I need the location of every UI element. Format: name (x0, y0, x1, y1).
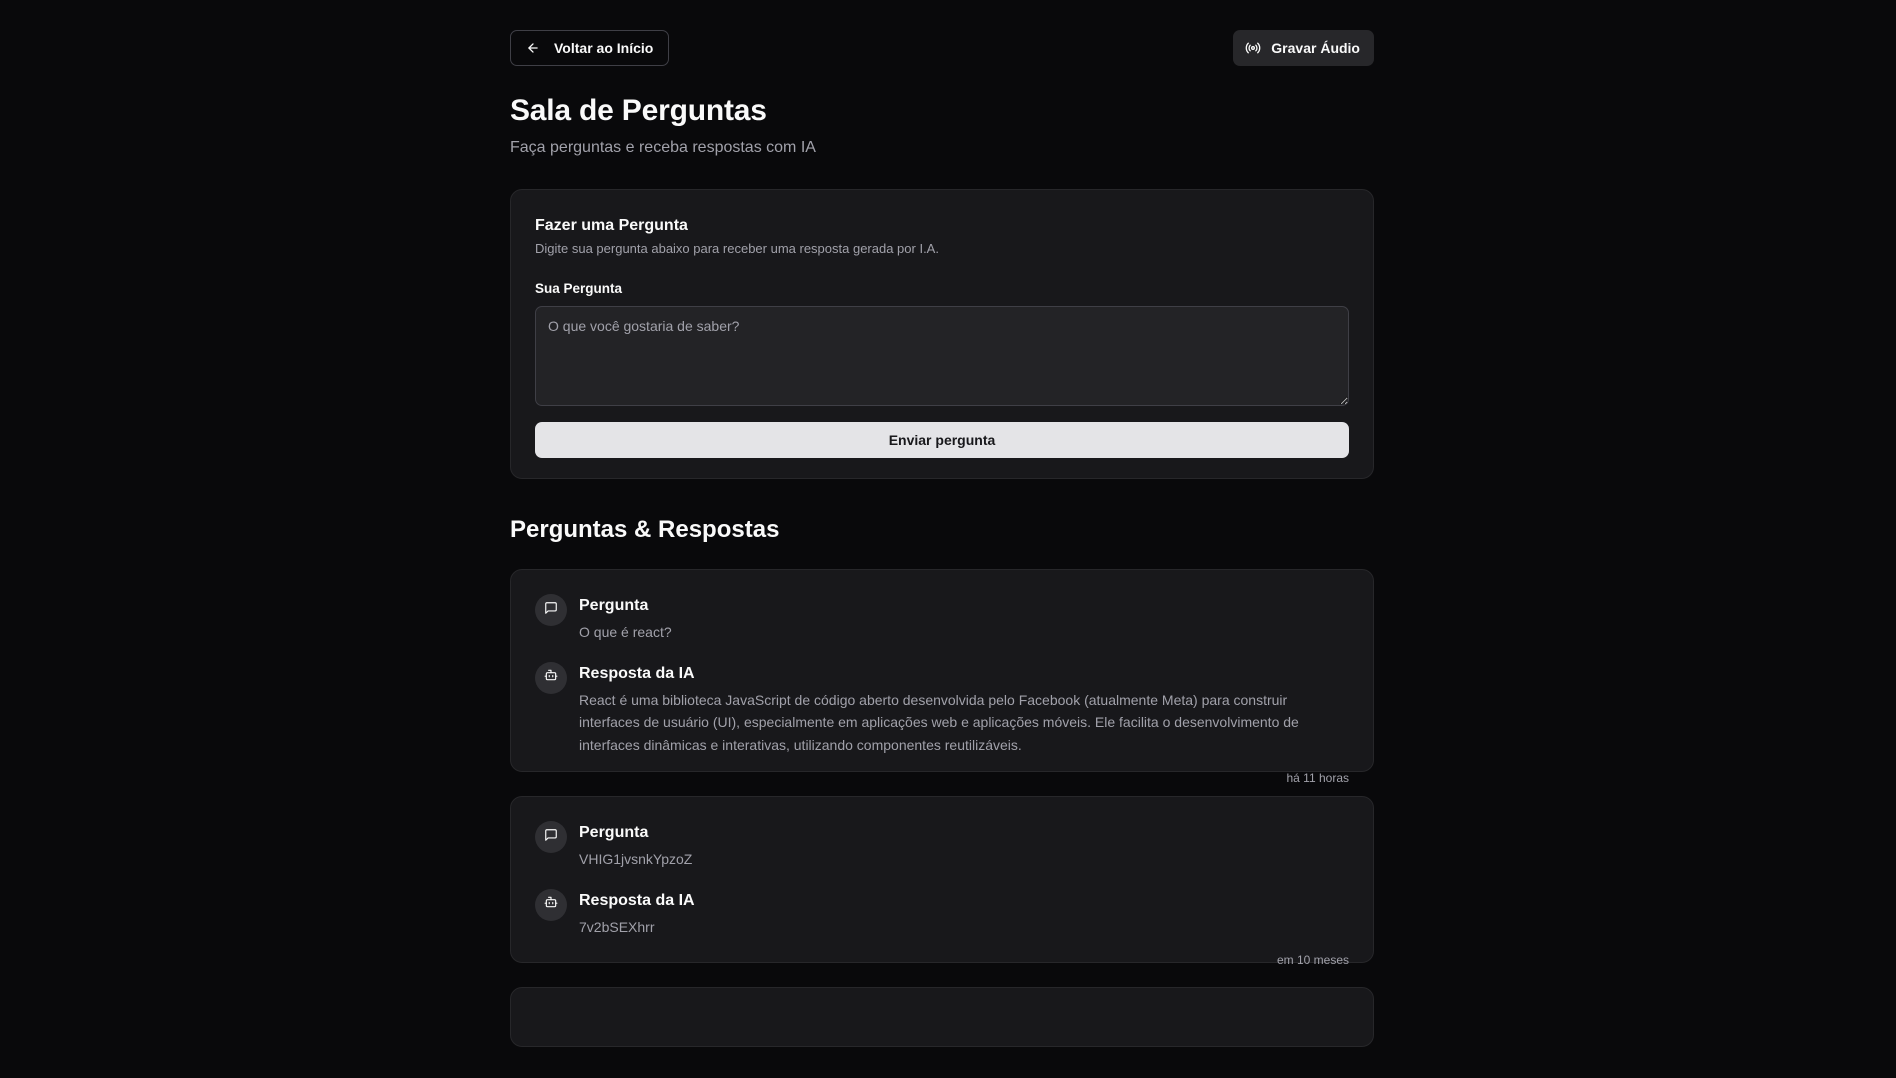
page-container: Voltar ao Início Gravar Áudio Sala de Pe… (510, 30, 1374, 1047)
radio-waves-icon (1245, 40, 1261, 56)
question-text: O que é react? (579, 624, 672, 640)
question-label: Pergunta (579, 824, 649, 841)
answer-avatar (535, 661, 567, 694)
submit-question-button[interactable]: Enviar pergunta (535, 422, 1349, 458)
question-row: Pergunta VHIG1jvsnkYpzoZ (535, 821, 1349, 871)
answer-row: Resposta da IA 7v2bSEXhrr (535, 888, 1349, 939)
question-avatar (535, 821, 567, 853)
back-button[interactable]: Voltar ao Início (510, 30, 670, 66)
ask-question-card: Fazer uma Pergunta Digite sua pergunta a… (510, 189, 1374, 479)
ask-card-title: Fazer uma Pergunta (535, 217, 688, 234)
answer-text: 7v2bSEXhrr (579, 918, 655, 935)
qa-card-partial (510, 987, 1374, 1047)
back-button-label: Voltar ao Início (554, 40, 654, 56)
answer-avatar (535, 888, 567, 921)
answer-label: Resposta da IA (579, 891, 695, 909)
answer-text: React é uma biblioteca JavaScript de cód… (579, 691, 1299, 753)
page-subtitle: Faça perguntas e receba respostas com IA (510, 139, 816, 156)
qa-timestamp: há 11 horas (1286, 771, 1350, 785)
record-audio-button[interactable]: Gravar Áudio (1233, 30, 1374, 66)
qa-card: Pergunta O que é react? Resposta da IA R… (510, 569, 1374, 785)
question-textarea[interactable] (535, 306, 1349, 406)
message-square-icon (544, 601, 558, 620)
record-audio-label: Gravar Áudio (1271, 40, 1360, 56)
qa-card: Pergunta VHIG1jvsnkYpzoZ Resposta da IA … (510, 796, 1374, 967)
qa-timestamp: em 10 meses (1276, 953, 1349, 967)
bot-icon (544, 668, 558, 687)
qa-section-title: Perguntas & Respostas (510, 516, 780, 543)
answer-label: Resposta da IA (579, 664, 695, 682)
page-title: Sala de Perguntas (510, 94, 767, 127)
message-square-icon (544, 828, 558, 847)
question-label: Pergunta (579, 597, 649, 614)
top-bar: Voltar ao Início Gravar Áudio (510, 30, 1374, 66)
bot-icon (544, 895, 558, 914)
question-avatar (535, 594, 567, 626)
ask-card-description: Digite sua pergunta abaixo para receber … (535, 241, 939, 256)
question-text: VHIG1jvsnkYpzoZ (579, 851, 693, 867)
question-field-label: Sua Pergunta (535, 281, 623, 296)
question-row: Pergunta O que é react? (535, 594, 1349, 644)
answer-row: Resposta da IA React é uma biblioteca Ja… (535, 661, 1349, 757)
arrow-left-icon (526, 41, 540, 55)
